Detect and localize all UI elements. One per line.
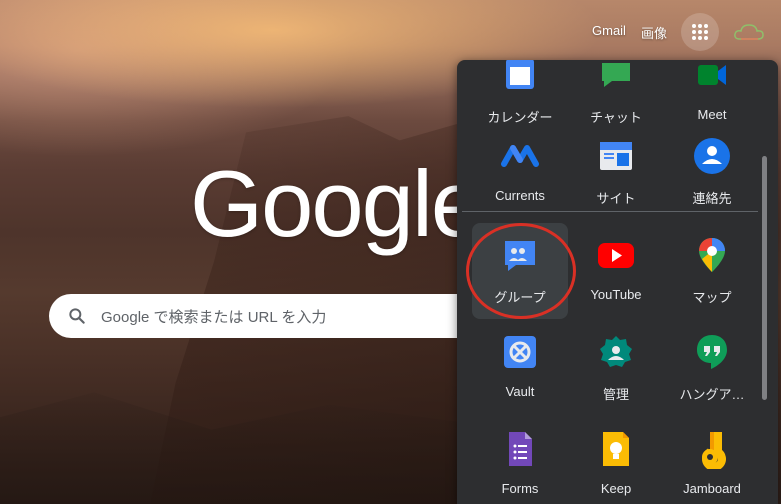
- youtube-icon: [598, 243, 634, 268]
- panel-scrollbar[interactable]: [762, 156, 767, 400]
- meet-icon: [698, 65, 726, 85]
- calendar-icon: [506, 60, 534, 89]
- app-youtube[interactable]: YouTube: [568, 223, 664, 319]
- jamboard-icon: [702, 432, 726, 469]
- hangouts-icon: [697, 335, 727, 369]
- app-label: Forms: [501, 481, 539, 496]
- maps-icon: [699, 238, 725, 272]
- apps-launcher-button[interactable]: [681, 13, 719, 51]
- app-label: ハングア…: [679, 387, 745, 402]
- app-label: Keep: [600, 481, 632, 496]
- app-hangouts[interactable]: ハングア…: [664, 320, 760, 416]
- gmail-link[interactable]: Gmail: [592, 23, 626, 38]
- app-label: Meet: [697, 107, 727, 122]
- highlight-ring: [466, 223, 576, 319]
- apps-panel: カレンダー チャット Meet Currents サイト 連絡先 グループ Yo…: [457, 60, 778, 504]
- google-logo: Google: [190, 151, 483, 256]
- search-icon: [69, 308, 85, 324]
- app-label: Vault: [505, 384, 535, 399]
- app-label: 連絡先: [692, 191, 732, 206]
- app-label: サイト: [596, 191, 636, 206]
- app-maps[interactable]: マップ: [664, 223, 760, 319]
- app-admin[interactable]: 管理: [568, 320, 664, 416]
- app-sites[interactable]: サイト: [568, 124, 664, 220]
- app-label: マップ: [692, 290, 732, 305]
- forms-icon: [509, 432, 532, 466]
- vault-icon: [504, 336, 536, 368]
- search-box[interactable]: Google で検索または URL を入力: [49, 294, 489, 338]
- app-keep[interactable]: Keep: [568, 417, 664, 504]
- app-label: Currents: [495, 188, 545, 203]
- sites-icon: [600, 142, 632, 170]
- app-label: 管理: [602, 387, 629, 402]
- app-currents[interactable]: Currents: [472, 124, 568, 220]
- app-contacts[interactable]: 連絡先: [664, 124, 760, 220]
- app-label: Jamboard: [683, 481, 741, 496]
- admin-icon: [600, 336, 632, 367]
- chat-icon: [602, 63, 630, 87]
- app-vault[interactable]: Vault: [472, 320, 568, 416]
- app-forms[interactable]: Forms: [472, 417, 568, 504]
- account-avatar[interactable]: [732, 20, 766, 44]
- images-link[interactable]: 画像: [641, 23, 667, 42]
- apps-grid-icon: [692, 24, 708, 40]
- keep-icon: [603, 432, 629, 466]
- app-jamboard[interactable]: Jamboard: [664, 417, 760, 504]
- currents-icon: [501, 145, 539, 167]
- cloud-icon: [734, 24, 764, 40]
- app-label: YouTube: [590, 287, 642, 302]
- contacts-icon: [694, 138, 730, 174]
- search-placeholder: Google で検索または URL を入力: [101, 308, 327, 326]
